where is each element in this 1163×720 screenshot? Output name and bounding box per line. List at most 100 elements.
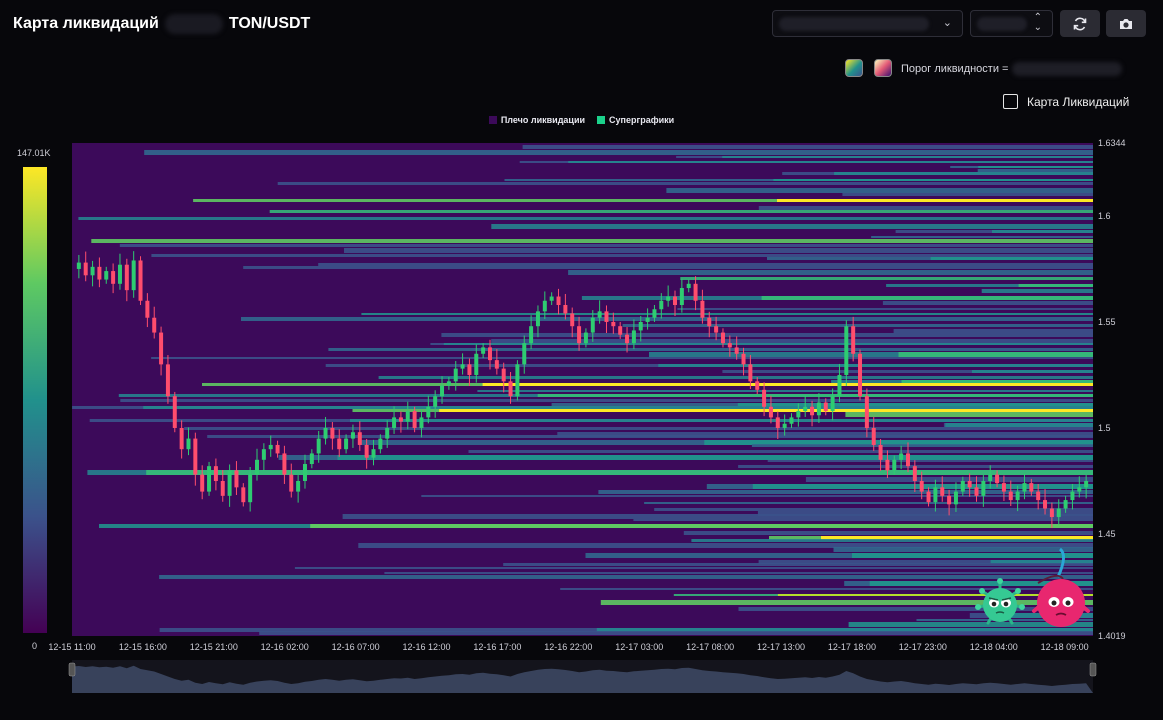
liquidation-band bbox=[706, 484, 1093, 489]
legend-item-supercharts[interactable]: Суперграфики bbox=[597, 115, 674, 125]
navigator-left-handle[interactable] bbox=[68, 662, 76, 677]
candle bbox=[844, 326, 849, 375]
liquidation-band bbox=[352, 409, 1093, 412]
liquidation-band bbox=[752, 484, 1093, 489]
liquidation-band bbox=[805, 477, 1093, 482]
checkbox-label: Карта Ликвидаций bbox=[1027, 94, 1130, 109]
candle bbox=[487, 347, 492, 361]
candle bbox=[323, 427, 328, 439]
candle bbox=[707, 317, 712, 327]
liquidation-band bbox=[72, 406, 1094, 409]
candle bbox=[864, 396, 869, 428]
candle bbox=[261, 449, 266, 460]
candle bbox=[720, 332, 725, 344]
candle bbox=[83, 262, 88, 276]
palette-magma-button[interactable] bbox=[874, 59, 892, 77]
liquidation-band bbox=[581, 296, 1093, 300]
candle bbox=[912, 466, 917, 481]
candle bbox=[823, 402, 828, 412]
candle bbox=[501, 368, 506, 382]
candle bbox=[111, 271, 116, 284]
candle bbox=[851, 326, 856, 354]
liquidation-band bbox=[159, 628, 1094, 632]
stepper-arrows-icon: ⌃ ⌄ bbox=[1033, 12, 1042, 33]
liquidation-band bbox=[943, 423, 1093, 427]
liquidation-band bbox=[378, 376, 1094, 379]
candle bbox=[899, 453, 904, 460]
candle bbox=[583, 332, 588, 344]
liquidation-band bbox=[278, 455, 1094, 460]
liquidation-band bbox=[950, 166, 1093, 168]
candle bbox=[330, 427, 335, 439]
x-tick-label: 12-15 16:00 bbox=[119, 642, 167, 652]
liquidation-band bbox=[767, 257, 1093, 260]
candle bbox=[522, 343, 527, 365]
liquidation-band bbox=[901, 380, 1093, 384]
liquidation-band bbox=[207, 435, 1093, 438]
liquidation-band bbox=[350, 419, 1093, 422]
candle bbox=[344, 438, 349, 450]
candle bbox=[1084, 480, 1089, 488]
y-tick-label: 1.45 bbox=[1098, 529, 1116, 539]
candle bbox=[549, 296, 554, 301]
x-tick-label: 12-17 03:00 bbox=[615, 642, 663, 652]
candle bbox=[837, 374, 842, 397]
liquidation-band bbox=[691, 539, 1093, 542]
navigator-right-handle[interactable] bbox=[1089, 662, 1097, 677]
candle bbox=[138, 260, 143, 301]
liquidation-band bbox=[118, 394, 1094, 397]
candle bbox=[97, 266, 102, 280]
candle bbox=[1070, 491, 1075, 501]
checkbox[interactable] bbox=[1003, 94, 1018, 109]
candle bbox=[282, 453, 287, 475]
liquidation-band bbox=[666, 188, 1093, 193]
liquidation-band bbox=[704, 440, 1093, 445]
x-tick-label: 12-18 04:00 bbox=[970, 642, 1018, 652]
exchange-select[interactable]: ⌄ bbox=[772, 10, 963, 37]
liquidation-band bbox=[757, 511, 1093, 516]
liquidation-band bbox=[504, 179, 1093, 181]
liquidation-band bbox=[325, 364, 1093, 367]
liquidation-map-toggle[interactable]: Карта Ликвидаций bbox=[1003, 94, 1129, 109]
liquidation-band bbox=[87, 470, 1093, 475]
candle bbox=[385, 427, 390, 439]
legend-item-leverage[interactable]: Плечо ликвидации bbox=[488, 115, 585, 125]
liquidation-band bbox=[683, 531, 1093, 535]
navigator-track[interactable] bbox=[72, 660, 1093, 693]
liquidation-band bbox=[568, 161, 1093, 163]
liquidation-band bbox=[758, 206, 1093, 210]
palette-viridis-button[interactable] bbox=[845, 59, 863, 77]
redacted-value bbox=[1012, 62, 1123, 76]
candle bbox=[988, 474, 993, 481]
y-tick-label: 1.6 bbox=[1098, 211, 1111, 221]
candle bbox=[570, 313, 575, 327]
liquidation-band bbox=[842, 193, 1093, 196]
x-tick-label: 12-16 17:00 bbox=[473, 642, 521, 652]
liquidation-band bbox=[767, 460, 1093, 462]
liquidation-band bbox=[821, 536, 1093, 540]
liquidation-band bbox=[439, 409, 1093, 412]
screenshot-button[interactable] bbox=[1106, 10, 1146, 37]
liquidation-band bbox=[159, 575, 1094, 579]
candle bbox=[460, 364, 465, 369]
candle bbox=[1049, 508, 1054, 518]
liquidation-band bbox=[644, 502, 1093, 504]
chart-legend: Плечо ликвидации Суперграфики bbox=[0, 115, 1163, 125]
liquidation-band bbox=[78, 217, 1093, 220]
liquidation-band bbox=[769, 536, 1093, 540]
candle bbox=[659, 300, 664, 310]
x-tick-label: 12-16 12:00 bbox=[402, 642, 450, 652]
candle bbox=[858, 353, 863, 397]
candle bbox=[419, 417, 424, 428]
candle bbox=[467, 364, 472, 375]
candle bbox=[556, 296, 561, 306]
candle bbox=[474, 353, 479, 375]
interval-stepper[interactable]: ⌃ ⌄ bbox=[970, 10, 1053, 37]
candle bbox=[1036, 491, 1041, 501]
liquidation-band bbox=[537, 394, 1093, 397]
liquidation-band bbox=[782, 172, 1093, 175]
refresh-button[interactable] bbox=[1060, 10, 1100, 37]
liquidation-band bbox=[491, 224, 1093, 229]
liquidation-band bbox=[977, 169, 1093, 172]
candle bbox=[316, 438, 321, 454]
